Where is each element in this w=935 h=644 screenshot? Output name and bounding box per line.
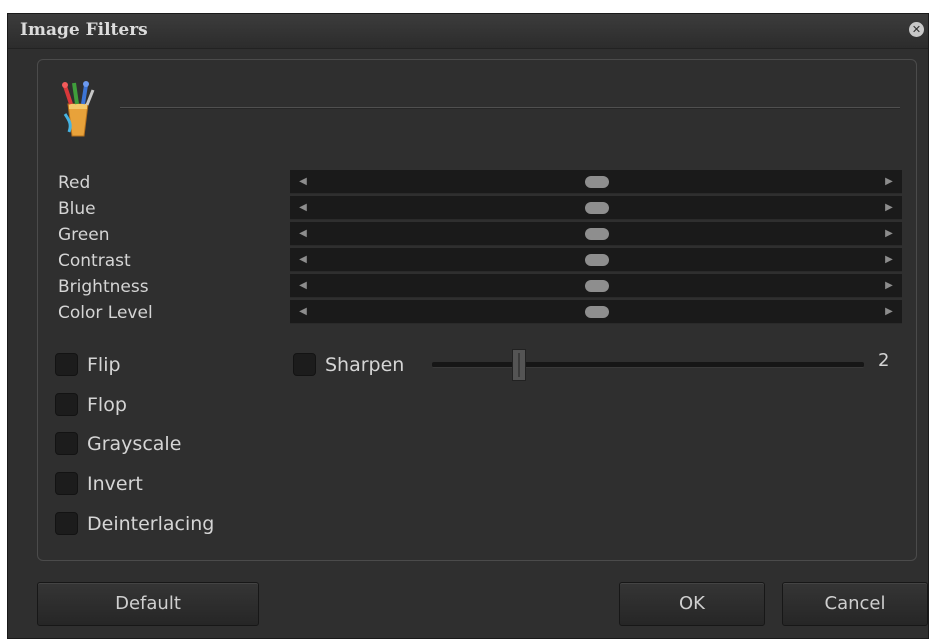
scroll-right-arrow-icon[interactable]: ▶ xyxy=(882,274,896,298)
scroll-right-arrow-icon[interactable]: ▶ xyxy=(882,300,896,324)
close-icon[interactable]: ✕ xyxy=(909,22,924,37)
scroll-left-arrow-icon[interactable]: ◀ xyxy=(296,300,310,324)
brightness-label: Brightness xyxy=(58,277,149,297)
flop-label: Flop xyxy=(87,394,127,416)
sharpen-label: Sharpen xyxy=(325,354,405,376)
filters-panel: Red Blue Green Contrast Brightness Color… xyxy=(37,59,917,561)
deinterlacing-checkbox[interactable] xyxy=(55,512,78,535)
flip-label: Flip xyxy=(87,354,121,376)
scroll-left-arrow-icon[interactable]: ◀ xyxy=(296,222,310,246)
scroll-left-arrow-icon[interactable]: ◀ xyxy=(296,274,310,298)
sharpen-slider-track[interactable] xyxy=(432,362,864,368)
default-button[interactable]: Default xyxy=(37,582,259,626)
color-level-slider[interactable]: ◀ ▶ xyxy=(290,300,902,324)
flop-checkbox[interactable] xyxy=(55,393,78,416)
flip-checkbox[interactable] xyxy=(55,353,78,376)
scroll-left-arrow-icon[interactable]: ◀ xyxy=(296,248,310,272)
slider-thumb[interactable] xyxy=(585,228,609,240)
scroll-right-arrow-icon[interactable]: ▶ xyxy=(882,248,896,272)
color-level-label: Color Level xyxy=(58,303,153,323)
sharpen-slider-thumb[interactable] xyxy=(512,349,526,381)
slider-thumb[interactable] xyxy=(585,306,609,318)
slider-thumb[interactable] xyxy=(585,280,609,292)
dialog-title: Image Filters xyxy=(20,20,148,40)
scroll-right-arrow-icon[interactable]: ▶ xyxy=(882,196,896,220)
contrast-label: Contrast xyxy=(58,251,131,271)
blue-label: Blue xyxy=(58,199,96,219)
blue-slider[interactable]: ◀ ▶ xyxy=(290,196,902,220)
scroll-right-arrow-icon[interactable]: ▶ xyxy=(882,170,896,194)
grayscale-checkbox[interactable] xyxy=(55,432,78,455)
slider-thumb[interactable] xyxy=(585,176,609,188)
scroll-left-arrow-icon[interactable]: ◀ xyxy=(296,170,310,194)
contrast-slider[interactable]: ◀ ▶ xyxy=(290,248,902,272)
grayscale-label: Grayscale xyxy=(87,433,182,455)
green-slider[interactable]: ◀ ▶ xyxy=(290,222,902,246)
green-label: Green xyxy=(58,225,110,245)
paint-brushes-icon xyxy=(62,81,95,137)
deinterlacing-label: Deinterlacing xyxy=(87,513,215,535)
ok-button[interactable]: OK xyxy=(619,582,765,626)
invert-label: Invert xyxy=(87,473,143,495)
title-bar[interactable]: Image Filters ✕ xyxy=(8,14,928,49)
red-label: Red xyxy=(58,173,91,193)
header-divider xyxy=(120,107,900,108)
image-filters-dialog: Image Filters ✕ Red Blue Green Contrast … xyxy=(7,13,929,639)
cancel-button[interactable]: Cancel xyxy=(782,582,928,626)
slider-thumb[interactable] xyxy=(585,254,609,266)
red-slider[interactable]: ◀ ▶ xyxy=(290,170,902,194)
brightness-slider[interactable]: ◀ ▶ xyxy=(290,274,902,298)
scroll-right-arrow-icon[interactable]: ▶ xyxy=(882,222,896,246)
sharpen-value: 2 xyxy=(878,350,890,371)
scroll-left-arrow-icon[interactable]: ◀ xyxy=(296,196,310,220)
invert-checkbox[interactable] xyxy=(55,472,78,495)
sharpen-checkbox[interactable] xyxy=(293,353,316,376)
slider-thumb[interactable] xyxy=(585,202,609,214)
